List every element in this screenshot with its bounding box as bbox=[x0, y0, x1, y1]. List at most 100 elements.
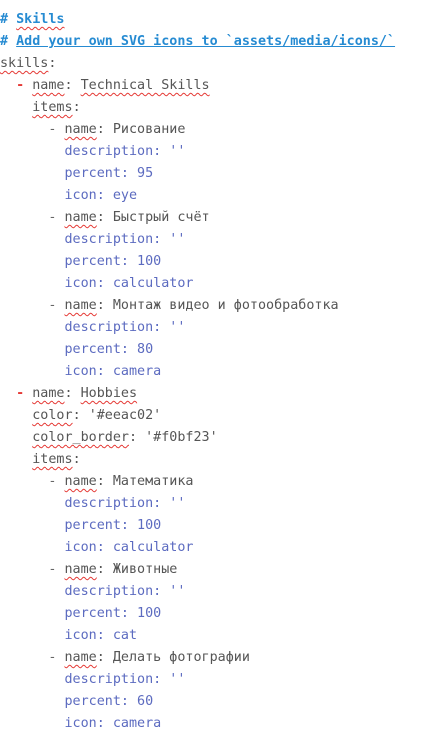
yaml-property: icon: eye bbox=[64, 188, 138, 203]
comment-text: Skills bbox=[16, 12, 65, 27]
yaml-key: items bbox=[32, 452, 73, 467]
code-line[interactable]: description: '' bbox=[0, 141, 435, 163]
yaml-separator: : bbox=[72, 100, 81, 115]
code-line[interactable]: description: '' bbox=[0, 317, 435, 339]
yaml-separator: : bbox=[72, 408, 89, 423]
yaml-property: description: '' bbox=[64, 584, 186, 599]
yaml-key: name bbox=[64, 122, 97, 137]
yaml-key: color bbox=[32, 408, 73, 423]
code-editor[interactable]: # Skills # Add your own SVG icons to `as… bbox=[0, 0, 435, 753]
code-line[interactable]: percent: 80 bbox=[0, 339, 435, 361]
code-line[interactable]: description: '' bbox=[0, 229, 435, 251]
list-dash: - bbox=[48, 298, 57, 313]
yaml-value: Животные bbox=[112, 562, 178, 577]
yaml-property: percent: 100 bbox=[64, 518, 162, 533]
code-line[interactable]: icon: cat bbox=[0, 625, 435, 647]
code-line[interactable]: icon: camera bbox=[0, 713, 435, 735]
yaml-property: description: '' bbox=[64, 496, 186, 511]
list-dash: - bbox=[48, 474, 57, 489]
yaml-separator: : bbox=[96, 298, 113, 313]
yaml-separator: : bbox=[96, 210, 113, 225]
yaml-property: percent: 100 bbox=[64, 606, 162, 621]
code-line[interactable]: icon: calculator bbox=[0, 537, 435, 559]
code-line[interactable]: items: bbox=[0, 449, 435, 471]
code-line[interactable]: - name: Монтаж видео и фотообработка bbox=[0, 295, 435, 317]
yaml-property: percent: 95 bbox=[64, 166, 154, 181]
code-line[interactable]: color_border: '#f0bf23' bbox=[0, 427, 435, 449]
comment-text: Add your own SVG icons to `assets/media/… bbox=[16, 34, 396, 49]
yaml-key: name bbox=[64, 650, 97, 665]
yaml-value: Быстрый счёт bbox=[112, 210, 210, 225]
code-line[interactable]: - name: Рисование bbox=[0, 119, 435, 141]
yaml-property: icon: camera bbox=[64, 716, 162, 731]
code-line[interactable]: icon: eye bbox=[0, 185, 435, 207]
yaml-separator: : bbox=[96, 474, 113, 489]
code-line[interactable]: - name: Быстрый счёт bbox=[0, 207, 435, 229]
yaml-key: name bbox=[32, 78, 65, 93]
code-line[interactable]: items: bbox=[0, 97, 435, 119]
yaml-key: name bbox=[64, 298, 97, 313]
yaml-value: Рисование bbox=[112, 122, 186, 137]
yaml-separator: : bbox=[96, 562, 113, 577]
yaml-value: Математика bbox=[112, 474, 194, 489]
list-dash: - bbox=[16, 78, 25, 93]
code-line[interactable]: # Skills bbox=[0, 9, 435, 31]
code-line[interactable]: description: '' bbox=[0, 581, 435, 603]
code-line[interactable]: - name: Technical Skills bbox=[0, 75, 435, 97]
code-line[interactable]: - name: Делать фотографии bbox=[0, 647, 435, 669]
yaml-value: Монтаж видео и фотообработка bbox=[112, 298, 339, 313]
code-line[interactable]: percent: 100 bbox=[0, 515, 435, 537]
code-line[interactable]: - name: Hobbies bbox=[0, 383, 435, 405]
yaml-key: name bbox=[32, 386, 65, 401]
code-line[interactable]: percent: 95 bbox=[0, 163, 435, 185]
code-line[interactable]: percent: 100 bbox=[0, 603, 435, 625]
list-dash: - bbox=[48, 650, 57, 665]
code-line[interactable]: icon: camera bbox=[0, 361, 435, 383]
yaml-separator: : bbox=[64, 386, 81, 401]
yaml-property: percent: 100 bbox=[64, 254, 162, 269]
yaml-key: name bbox=[64, 562, 97, 577]
code-line[interactable]: percent: 60 bbox=[0, 691, 435, 713]
yaml-property: percent: 60 bbox=[64, 694, 154, 709]
yaml-property: icon: calculator bbox=[64, 540, 194, 555]
comment-hash: # bbox=[0, 34, 9, 49]
list-dash: - bbox=[48, 210, 57, 225]
code-line[interactable]: icon: calculator bbox=[0, 273, 435, 295]
yaml-property: icon: calculator bbox=[64, 276, 194, 291]
yaml-separator: : bbox=[129, 430, 146, 445]
list-dash: - bbox=[16, 386, 25, 401]
yaml-property: icon: camera bbox=[64, 364, 162, 379]
yaml-separator: : bbox=[64, 78, 81, 93]
yaml-property: description: '' bbox=[64, 320, 186, 335]
code-line[interactable]: - name: Математика bbox=[0, 471, 435, 493]
yaml-separator: : bbox=[96, 122, 113, 137]
yaml-property: icon: cat bbox=[64, 628, 138, 643]
yaml-property: description: '' bbox=[64, 672, 186, 687]
yaml-value: Делать фотографии bbox=[112, 650, 250, 665]
yaml-key: color_border bbox=[32, 430, 129, 445]
yaml-property: description: '' bbox=[64, 144, 186, 159]
yaml-separator: : bbox=[96, 650, 113, 665]
yaml-key: name bbox=[64, 210, 97, 225]
yaml-value: '#eeac02' bbox=[88, 408, 162, 423]
code-line[interactable]: skills: bbox=[0, 53, 435, 75]
yaml-key: items bbox=[32, 100, 73, 115]
code-line[interactable]: # Add your own SVG icons to `assets/medi… bbox=[0, 31, 435, 53]
yaml-key: name bbox=[64, 474, 97, 489]
yaml-key: skills bbox=[0, 56, 49, 71]
yaml-separator: : bbox=[72, 452, 81, 467]
yaml-property: description: '' bbox=[64, 232, 186, 247]
yaml-value: '#f0bf23' bbox=[145, 430, 218, 445]
yaml-separator: : bbox=[48, 56, 57, 71]
code-line[interactable]: percent: 100 bbox=[0, 251, 435, 273]
yaml-property: percent: 80 bbox=[64, 342, 154, 357]
list-dash: - bbox=[48, 562, 57, 577]
yaml-value: Technical Skills bbox=[80, 78, 210, 93]
code-line[interactable]: description: '' bbox=[0, 493, 435, 515]
comment-hash: # bbox=[0, 12, 9, 27]
code-line[interactable]: description: '' bbox=[0, 669, 435, 691]
yaml-value: Hobbies bbox=[80, 386, 138, 401]
list-dash: - bbox=[48, 122, 57, 137]
code-line[interactable]: color: '#eeac02' bbox=[0, 405, 435, 427]
code-line[interactable]: - name: Животные bbox=[0, 559, 435, 581]
